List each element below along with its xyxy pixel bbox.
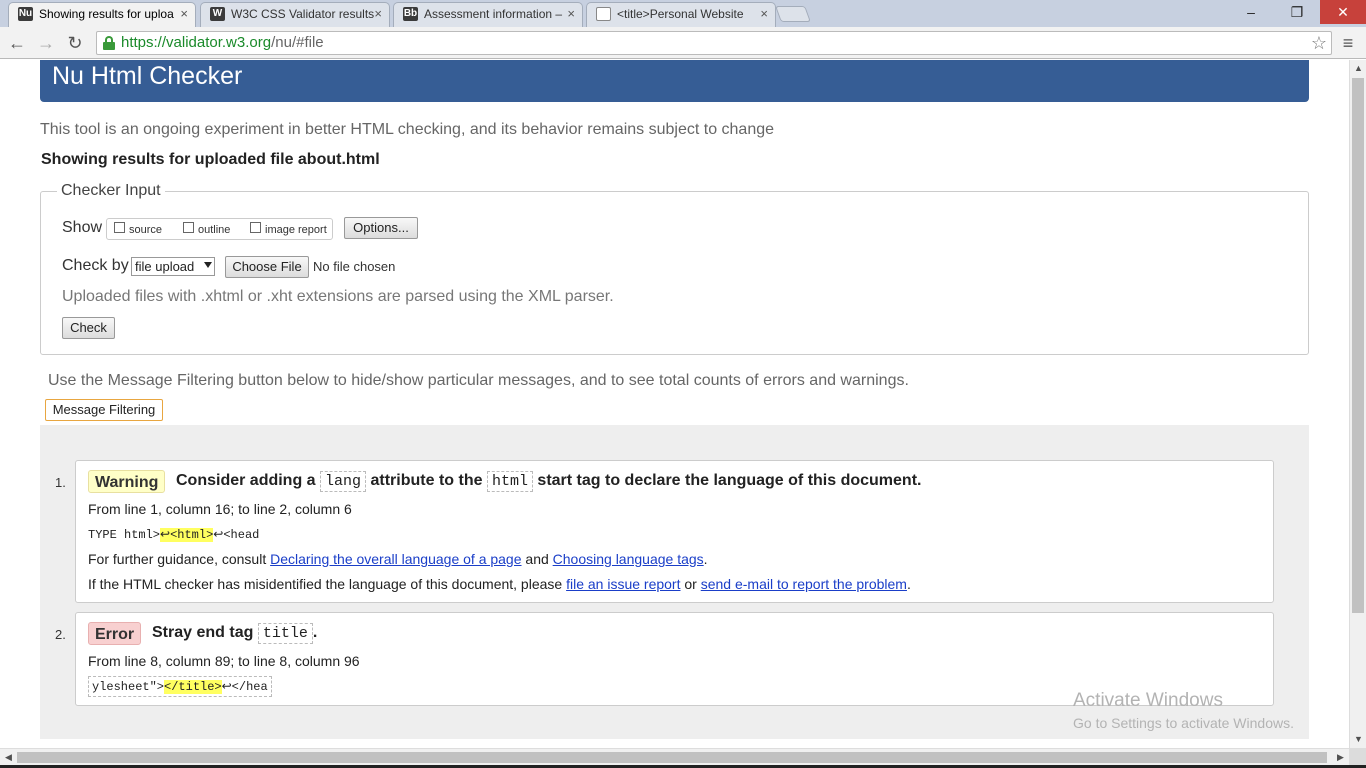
no-file-text: No file chosen	[313, 259, 396, 274]
guidance-line: For further guidance, consult Declaring …	[88, 551, 708, 567]
warning-message: Warning Consider adding a lang attribute…	[75, 460, 1274, 603]
show-label: Show	[62, 219, 103, 236]
tab-label: <title>Personal Website	[617, 7, 744, 21]
close-window-button[interactable]: ✕	[1320, 0, 1366, 24]
tab-strip: Nu Showing results for uploa × W W3C CSS…	[0, 0, 1366, 27]
blackboard-favicon-icon: Bb	[403, 7, 418, 21]
reload-icon[interactable]: ↻	[63, 31, 87, 55]
tab-close-icon[interactable]: ×	[760, 3, 768, 25]
warning-location: From line 1, column 16; to line 2, colum…	[88, 501, 352, 517]
message-filtering-button[interactable]: Message Filtering	[45, 399, 163, 421]
options-button[interactable]: Options...	[344, 217, 418, 239]
w3c-favicon-icon: W	[210, 7, 225, 21]
declaring-language-link[interactable]: Declaring the overall language of a page	[270, 551, 521, 567]
menu-icon[interactable]: ≡	[1338, 31, 1358, 55]
file-issue-report-link[interactable]: file an issue report	[566, 576, 680, 592]
extract-highlight: </title>	[164, 680, 222, 694]
tab-close-icon[interactable]: ×	[567, 3, 575, 25]
tab-label: W3C CSS Validator results	[231, 7, 375, 21]
message-number: 1.	[55, 475, 66, 490]
check-by-select[interactable]: file upload	[131, 257, 215, 276]
choose-file-button[interactable]: Choose File	[225, 256, 309, 278]
checker-input-legend: Checker Input	[57, 182, 165, 200]
image-report-label: image report	[265, 224, 327, 236]
error-title: Stray end tag title.	[152, 623, 318, 644]
header-banner: Nu Html Checker	[40, 60, 1309, 102]
message-number: 2.	[55, 627, 66, 642]
forward-icon[interactable]: →	[34, 31, 58, 55]
show-options-group: source outline image report	[106, 218, 333, 240]
restore-button[interactable]: ❐	[1274, 0, 1320, 24]
scroll-right-icon[interactable]: ▶	[1332, 749, 1349, 766]
check-button[interactable]: Check	[62, 317, 115, 339]
tab-label: Showing results for uploa	[39, 7, 174, 21]
source-label: source	[129, 224, 163, 236]
tab-personal-website[interactable]: <title>Personal Website ×	[586, 2, 776, 27]
vertical-scrollbar[interactable]: ▲ ▼	[1349, 60, 1366, 748]
extract-highlight: ↩<html>	[160, 528, 214, 542]
vertical-scroll-thumb[interactable]	[1352, 78, 1364, 613]
misidentified-line: If the HTML checker has misidentified th…	[88, 576, 911, 592]
address-bar[interactable]: https://validator.w3.org/nu/#file ☆	[96, 31, 1332, 55]
image-report-checkbox[interactable]	[250, 222, 261, 233]
horizontal-scrollbar[interactable]: ◀ ▶	[0, 748, 1349, 765]
xml-parser-note: Uploaded files with .xhtml or .xht exten…	[62, 288, 614, 305]
check-by-value: file upload	[135, 259, 195, 274]
title-code: title	[257, 623, 313, 644]
send-email-link[interactable]: send e-mail to report the problem	[701, 576, 907, 592]
activate-windows-watermark: Activate Windows	[1073, 690, 1223, 711]
error-extract: ylesheet"></title>↩</hea	[88, 676, 272, 697]
bookmark-star-icon[interactable]: ☆	[1311, 32, 1327, 54]
new-tab-button[interactable]	[775, 6, 811, 22]
tab-assessment[interactable]: Bb Assessment information – ×	[393, 2, 583, 27]
outline-label: outline	[198, 224, 231, 236]
back-icon[interactable]: ←	[5, 31, 29, 55]
warning-title: Consider adding a lang attribute to the …	[176, 471, 922, 492]
page-viewport: Nu Html Checker This tool is an ongoing …	[0, 60, 1349, 748]
tab-label: Assessment information –	[424, 7, 563, 21]
minimize-button[interactable]: –	[1228, 0, 1274, 24]
choosing-language-tags-link[interactable]: Choosing language tags	[553, 551, 704, 567]
warning-badge: Warning	[88, 470, 166, 493]
tab-close-icon[interactable]: ×	[374, 3, 382, 25]
horizontal-scroll-thumb[interactable]	[17, 752, 1327, 763]
source-checkbox[interactable]	[114, 222, 125, 233]
browser-toolbar: ← → ↻ https://validator.w3.org/nu/#file …	[0, 27, 1366, 59]
error-location: From line 8, column 89; to line 8, colum…	[88, 653, 360, 669]
scroll-down-icon[interactable]: ▼	[1350, 731, 1366, 748]
checker-input-fieldset: Checker Input Show source outline image …	[40, 182, 1309, 355]
nu-favicon-icon: Nu	[18, 7, 33, 21]
lang-code: lang	[320, 471, 367, 492]
scrollbar-corner	[1349, 748, 1366, 765]
page-favicon-icon	[596, 7, 611, 21]
results-heading: Showing results for uploaded file about.…	[41, 151, 380, 168]
check-by-label: Check by	[62, 257, 129, 274]
intro-text: This tool is an ongoing experiment in be…	[40, 121, 775, 138]
scroll-up-icon[interactable]: ▲	[1350, 60, 1366, 77]
dropdown-arrow-icon	[204, 262, 212, 268]
filter-info-text: Use the Message Filtering button below t…	[48, 372, 909, 389]
url-text: https://validator.w3.org/nu/#file	[121, 34, 324, 51]
scroll-left-icon[interactable]: ◀	[0, 749, 17, 766]
tab-close-icon[interactable]: ×	[180, 3, 188, 25]
warning-extract: TYPE html>↩<html>↩<head	[88, 528, 260, 542]
outline-checkbox[interactable]	[183, 222, 194, 233]
lock-icon	[103, 36, 115, 50]
activate-windows-subtext: Go to Settings to activate Windows.	[1073, 715, 1294, 731]
tab-css-validator[interactable]: W W3C CSS Validator results ×	[200, 2, 390, 27]
html-code: html	[486, 471, 533, 492]
tab-nu-checker[interactable]: Nu Showing results for uploa ×	[8, 2, 196, 27]
page-title: Nu Html Checker	[52, 62, 243, 90]
error-badge: Error	[88, 622, 142, 645]
